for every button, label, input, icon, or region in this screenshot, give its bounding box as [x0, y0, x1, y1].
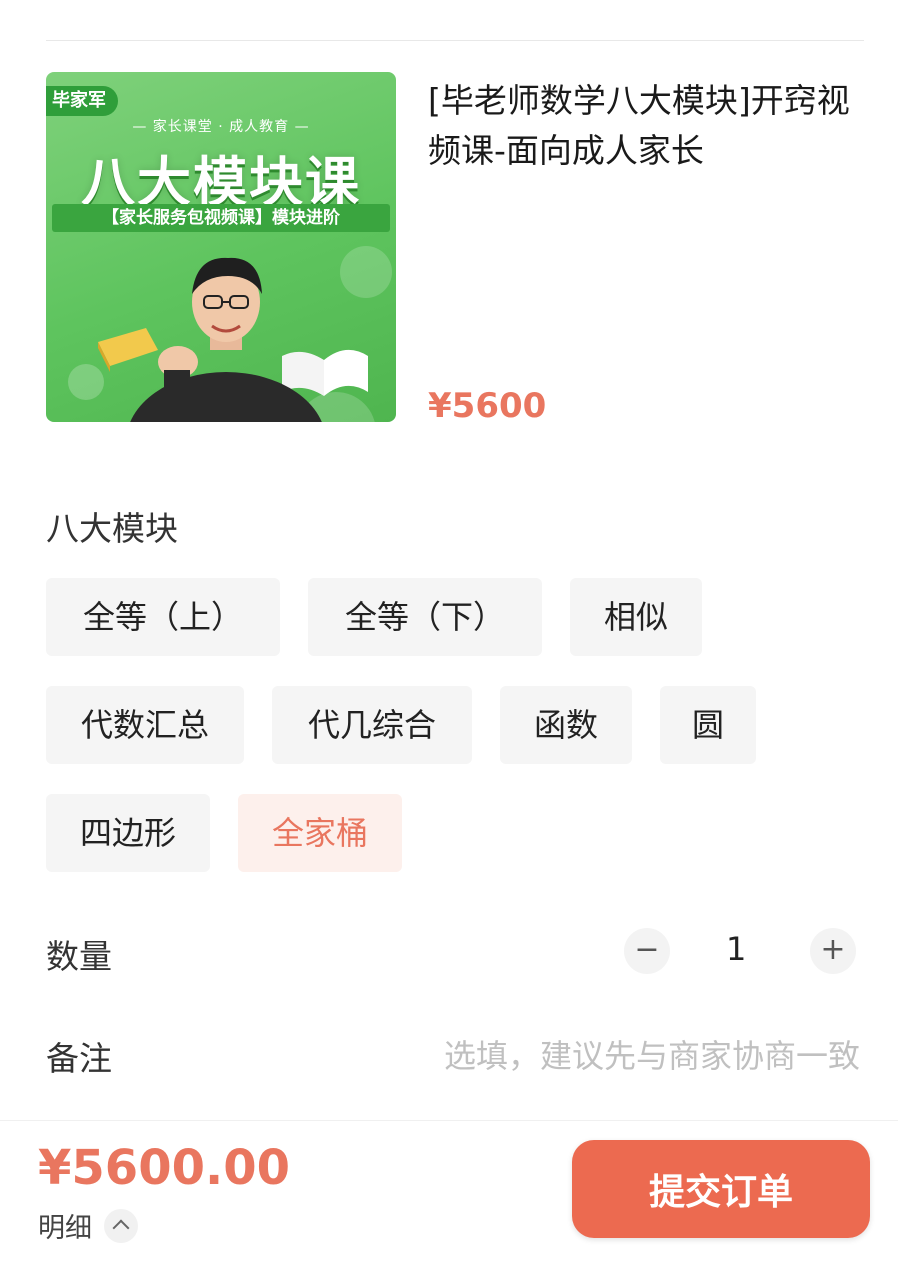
option-chip[interactable]: 相似 — [570, 578, 702, 656]
option-chip-label: 圆 — [691, 706, 724, 744]
option-chip[interactable]: 四边形 — [46, 794, 210, 872]
quantity-value: 1 — [726, 930, 747, 968]
option-chip-selected[interactable]: 全家桶 — [238, 794, 402, 872]
note-label: 备注 — [46, 1039, 112, 1078]
option-chip-label: 代几综合 — [307, 706, 436, 744]
total-price: ¥5600.00 — [38, 1140, 291, 1196]
thumbnail-tag: 【家长服务包视频课】模块进阶 — [52, 204, 390, 232]
option-chip-label: 函数 — [533, 706, 598, 744]
chevron-up-icon[interactable] — [104, 1208, 138, 1243]
product-title: [毕老师数学八大模块]开窍视频课-面向成人家长 — [428, 81, 850, 170]
detail-toggle[interactable]: 明细 — [38, 1206, 138, 1245]
quantity-decrement-button[interactable]: − — [624, 928, 670, 974]
option-chip[interactable]: 全等（上） — [46, 578, 280, 656]
option-chip[interactable]: 圆 — [660, 686, 756, 764]
open-book-icon-right — [282, 349, 368, 396]
option-chip-label: 代数汇总 — [80, 706, 209, 744]
option-chip-label: 全家桶 — [271, 814, 368, 852]
options-section-title: 八大模块 — [46, 509, 178, 548]
thumbnail-brand: 毕家军 — [46, 86, 118, 116]
option-chip-label: 全等（下） — [344, 598, 505, 636]
product-price: ¥5600 — [428, 386, 547, 426]
submit-order-button[interactable]: 提交订单 — [572, 1140, 870, 1238]
footer-divider — [0, 1120, 898, 1121]
quantity-label: 数量 — [46, 937, 112, 976]
option-chip-label: 四边形 — [79, 814, 176, 852]
option-chip-label: 全等（上） — [82, 598, 243, 636]
top-divider — [46, 40, 864, 41]
option-chip[interactable]: 代几综合 — [272, 686, 472, 764]
quantity-increment-button[interactable]: + — [810, 928, 856, 974]
detail-label: 明细 — [38, 1213, 92, 1244]
note-input[interactable] — [360, 1032, 860, 1080]
teacher-illustration — [68, 246, 392, 422]
option-chip[interactable]: 代数汇总 — [46, 686, 244, 764]
option-chip-label: 相似 — [603, 598, 668, 636]
book-icon-left — [98, 328, 158, 372]
option-chip[interactable]: 全等（下） — [308, 578, 542, 656]
product-thumbnail[interactable]: 毕家军 — 家长课堂 · 成人教育 — 八大模块课 【家长服务包视频课】模块进阶 — [46, 72, 396, 422]
option-chip[interactable]: 函数 — [500, 686, 632, 764]
thumbnail-subtitle: — 家长课堂 · 成人教育 — — [132, 119, 310, 135]
